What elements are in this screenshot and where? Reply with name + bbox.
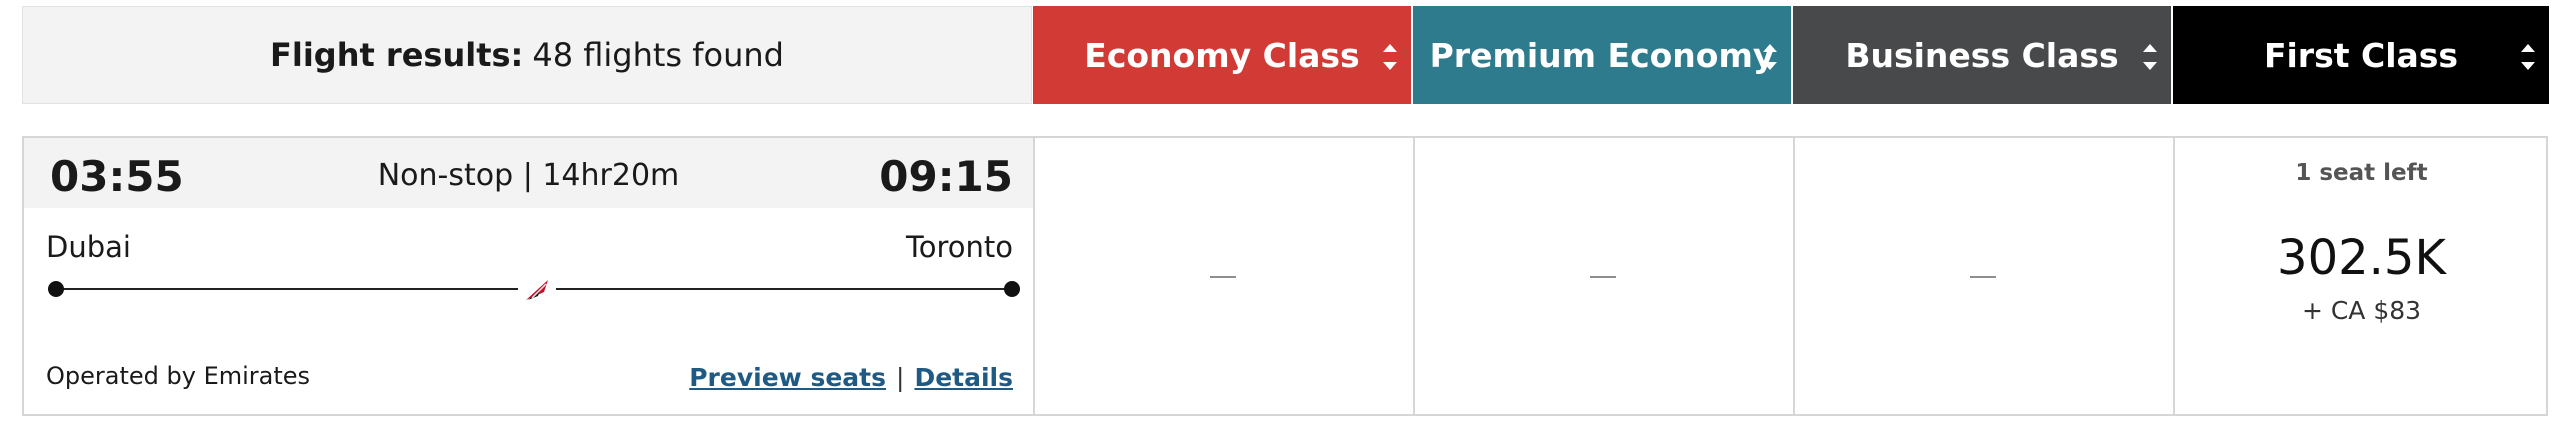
premium-economy-unavailable bbox=[1590, 276, 1616, 278]
economy-fare-cell bbox=[1033, 138, 1411, 414]
first-class-header[interactable]: First Class bbox=[2173, 6, 2549, 104]
sort-icon[interactable] bbox=[2521, 44, 2535, 70]
first-cash-fee: + CA $83 bbox=[2301, 296, 2422, 325]
business-class-label: Business Class bbox=[1845, 35, 2119, 75]
results-label: Flight results: bbox=[270, 36, 524, 74]
first-fare-cell[interactable]: 1 seat left 302.5K + CA $83 bbox=[2173, 138, 2548, 414]
destination-city: Toronto bbox=[905, 230, 1013, 264]
sort-icon[interactable] bbox=[2143, 44, 2157, 70]
origin-city: Dubai bbox=[46, 230, 131, 264]
route-line bbox=[48, 272, 1020, 306]
flight-result-row: 03:55 Non-stop | 14hr20m 09:15 Dubai Tor… bbox=[22, 136, 2548, 416]
first-class-label: First Class bbox=[2263, 35, 2459, 75]
results-summary: Flight results: 48 flights found bbox=[22, 6, 1032, 104]
economy-class-label: Economy Class bbox=[1084, 35, 1360, 75]
emirates-tail-icon bbox=[518, 272, 556, 306]
sort-icon[interactable] bbox=[1763, 44, 1777, 70]
details-link[interactable]: Details bbox=[914, 363, 1013, 392]
preview-seats-link[interactable]: Preview seats bbox=[689, 363, 886, 392]
seats-left: 1 seat left bbox=[2295, 160, 2428, 186]
business-fare-cell bbox=[1793, 138, 2171, 414]
economy-class-header[interactable]: Economy Class bbox=[1033, 6, 1411, 104]
destination-dot bbox=[1004, 281, 1020, 297]
arrival-time: 09:15 bbox=[879, 152, 1013, 201]
business-class-header[interactable]: Business Class bbox=[1793, 6, 2171, 104]
premium-economy-header[interactable]: Premium Economy bbox=[1413, 6, 1791, 104]
results-count: 48 flights found bbox=[532, 36, 784, 74]
premium-economy-fare-cell bbox=[1413, 138, 1791, 414]
link-separator: | bbox=[896, 363, 905, 392]
operated-by: Operated by Emirates bbox=[46, 362, 311, 390]
origin-dot bbox=[48, 281, 64, 297]
economy-unavailable bbox=[1210, 276, 1236, 278]
flight-details: 03:55 Non-stop | 14hr20m 09:15 Dubai Tor… bbox=[24, 138, 1033, 414]
first-points-price: 302.5K bbox=[2277, 230, 2446, 286]
flight-links: Preview seats | Details bbox=[689, 363, 1013, 392]
business-unavailable bbox=[1970, 276, 1996, 278]
sort-icon[interactable] bbox=[1383, 44, 1397, 70]
premium-economy-label: Premium Economy bbox=[1429, 35, 1775, 75]
